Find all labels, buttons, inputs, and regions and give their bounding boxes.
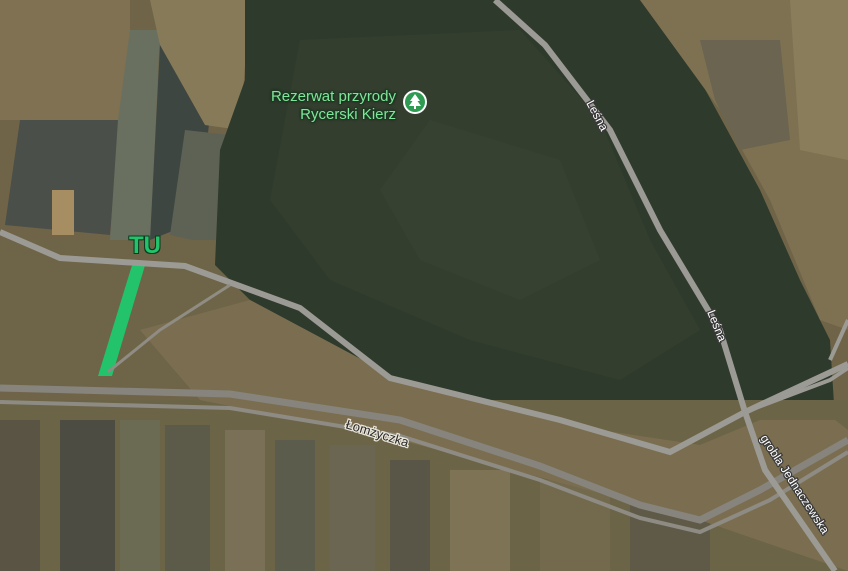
tree-icon[interactable] <box>400 88 430 118</box>
poi-name-line2: Rycerski Kierz <box>300 106 396 123</box>
field-strip <box>390 460 430 571</box>
marker-label: TU <box>129 232 161 259</box>
field-parcel <box>0 0 130 120</box>
field-strip <box>225 430 265 571</box>
field-strip <box>0 420 40 571</box>
field-strip <box>120 420 160 571</box>
field-strip <box>165 425 210 571</box>
poi-name-line1: Rezerwat przyrody <box>270 88 396 105</box>
field-strip <box>330 445 375 571</box>
field-strip <box>60 420 115 571</box>
field-strip <box>450 470 510 571</box>
field-strip <box>275 440 315 571</box>
satellite-map[interactable]: Leśna Leśna Łomżyczka grobla Jednaczewsk… <box>0 0 848 571</box>
field-strip <box>52 190 74 235</box>
poi-label[interactable]: Rezerwat przyrody Rycerski Kierz <box>236 88 396 124</box>
